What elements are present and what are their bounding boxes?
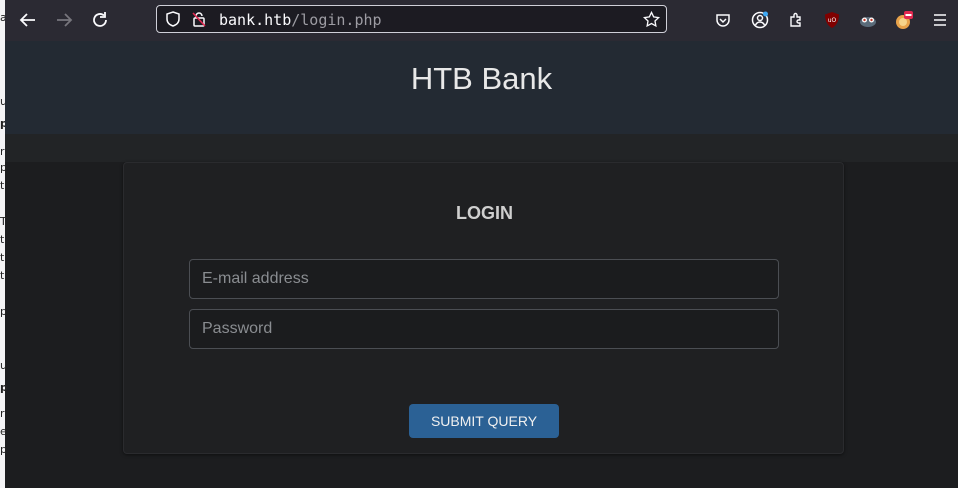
header-subbar — [5, 134, 958, 162]
password-field[interactable] — [189, 309, 779, 349]
site-header: HTB Bank — [5, 41, 958, 134]
login-title: LOGIN — [456, 203, 513, 223]
login-card: LOGIN SUBMIT QUERY — [123, 162, 844, 454]
url-host: bank.htb — [219, 11, 292, 29]
svg-text:uO: uO — [828, 17, 837, 24]
url-text: bank.htb/login.php — [219, 11, 382, 29]
bookmark-star-icon[interactable] — [642, 10, 661, 33]
site-brand: HTB Bank — [410, 61, 553, 96]
extensions-icon[interactable] — [785, 9, 807, 31]
reload-icon[interactable] — [88, 8, 112, 32]
back-arrow-icon[interactable] — [16, 8, 40, 32]
pocket-icon[interactable] — [712, 9, 734, 31]
email-field[interactable] — [189, 259, 779, 299]
submit-button[interactable]: SUBMIT QUERY — [409, 404, 559, 438]
url-path: /login.php — [291, 11, 382, 29]
extension-icon[interactable] — [893, 9, 915, 31]
site-permissions-icon[interactable] — [191, 11, 207, 32]
account-icon[interactable] — [749, 9, 771, 31]
hamburger-menu-icon[interactable] — [929, 9, 951, 31]
browser-toolbar: bank.htb/login.php uO — [5, 0, 958, 41]
forward-arrow-icon[interactable] — [52, 8, 76, 32]
extension-icon[interactable] — [857, 9, 879, 31]
url-bar[interactable]: bank.htb/login.php — [156, 5, 667, 33]
ublock-origin-icon[interactable]: uO — [821, 9, 843, 31]
tracking-protection-icon[interactable] — [165, 11, 181, 32]
